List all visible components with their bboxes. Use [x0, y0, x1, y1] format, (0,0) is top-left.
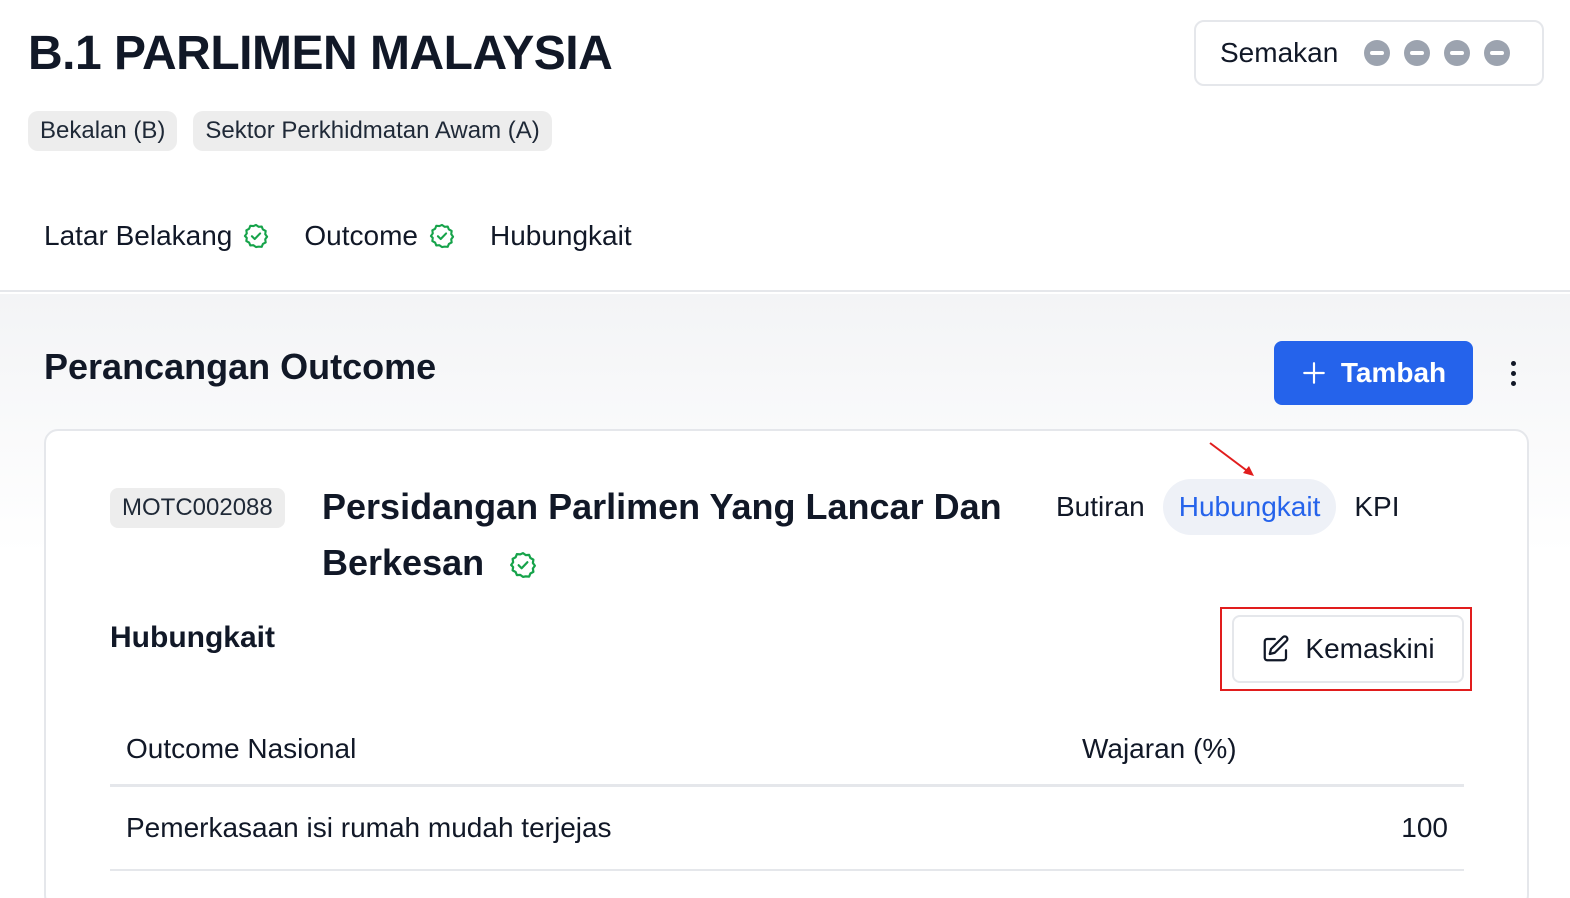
- verified-check-icon: [429, 223, 455, 249]
- tab-outcome[interactable]: Outcome: [304, 214, 456, 258]
- outcome-title: Persidangan Parlimen Yang Lancar Dan Ber…: [322, 479, 1022, 591]
- table-cell-outcome: Pemerkasaan isi rumah mudah terjejas: [126, 812, 612, 843]
- annotation-arrow-icon: [1209, 442, 1254, 476]
- tab-label: Latar Belakang: [44, 220, 233, 251]
- tab-label: Outcome: [304, 220, 418, 251]
- add-button[interactable]: Tambah: [1274, 341, 1473, 405]
- tab-hubungkait[interactable]: Hubungkait: [490, 214, 632, 258]
- plus-icon: [1303, 362, 1325, 384]
- more-options-icon[interactable]: [1500, 356, 1526, 390]
- table-row: Pemerkasaan isi rumah mudah terjejas 100: [110, 787, 1464, 871]
- review-status-dot-icon: [1364, 40, 1391, 66]
- verified-check-icon: [510, 552, 537, 579]
- outcome-subtabs: Butiran Hubungkait KPI: [1040, 479, 1418, 535]
- outcome-card: MOTC002088 Persidangan Parlimen Yang Lan…: [44, 429, 1529, 898]
- subtab-kpi[interactable]: KPI: [1338, 479, 1415, 535]
- review-status-dot-icon: [1484, 40, 1511, 66]
- outcome-planning-section: Perancangan Outcome Tambah MOTC002088 Pe…: [0, 294, 1570, 898]
- review-status-dot-icon: [1404, 40, 1431, 66]
- page-header: B.1 PARLIMEN MALAYSIA Semakan Bekalan (B…: [0, 0, 1570, 292]
- tab-label: Hubungkait: [489, 220, 632, 251]
- column-header-outcome: Outcome Nasional: [126, 732, 357, 764]
- review-label: Semakan: [1220, 37, 1339, 68]
- main-tabs: Latar Belakang Outcome Hubungkait: [44, 214, 666, 258]
- category-chip: Bekalan (B): [28, 111, 178, 151]
- outcome-code-chip: MOTC002088: [110, 488, 285, 528]
- subtab-butiran[interactable]: Butiran: [1040, 479, 1161, 535]
- table-cell-weight: 100: [1401, 812, 1448, 843]
- table-header: Outcome Nasional Wajaran (%): [110, 713, 1464, 787]
- tab-latar-belakang[interactable]: Latar Belakang: [44, 214, 270, 258]
- section-title: Perancangan Outcome: [44, 346, 437, 387]
- column-header-weight: Wajaran (%): [1082, 732, 1237, 764]
- review-status-dot-icon: [1444, 40, 1471, 66]
- edit-button[interactable]: Kemaskini: [1232, 615, 1464, 683]
- category-chips: Bekalan (B) Sektor Perkhidmatan Awam (A): [28, 111, 552, 151]
- relation-heading: Hubungkait: [110, 621, 275, 654]
- page-title: B.1 PARLIMEN MALAYSIA: [28, 27, 613, 80]
- relation-table: Outcome Nasional Wajaran (%) Pemerkasaan…: [110, 713, 1464, 871]
- review-status[interactable]: Semakan: [1194, 20, 1544, 86]
- subtab-hubungkait[interactable]: Hubungkait: [1162, 479, 1337, 535]
- edit-button-label: Kemaskini: [1305, 633, 1435, 664]
- outcome-title-text: Persidangan Parlimen Yang Lancar Dan Ber…: [322, 486, 1002, 583]
- category-chip: Sektor Perkhidmatan Awam (A): [193, 111, 552, 151]
- verified-check-icon: [244, 223, 269, 249]
- edit-icon: [1264, 635, 1289, 662]
- add-button-label: Tambah: [1340, 357, 1447, 388]
